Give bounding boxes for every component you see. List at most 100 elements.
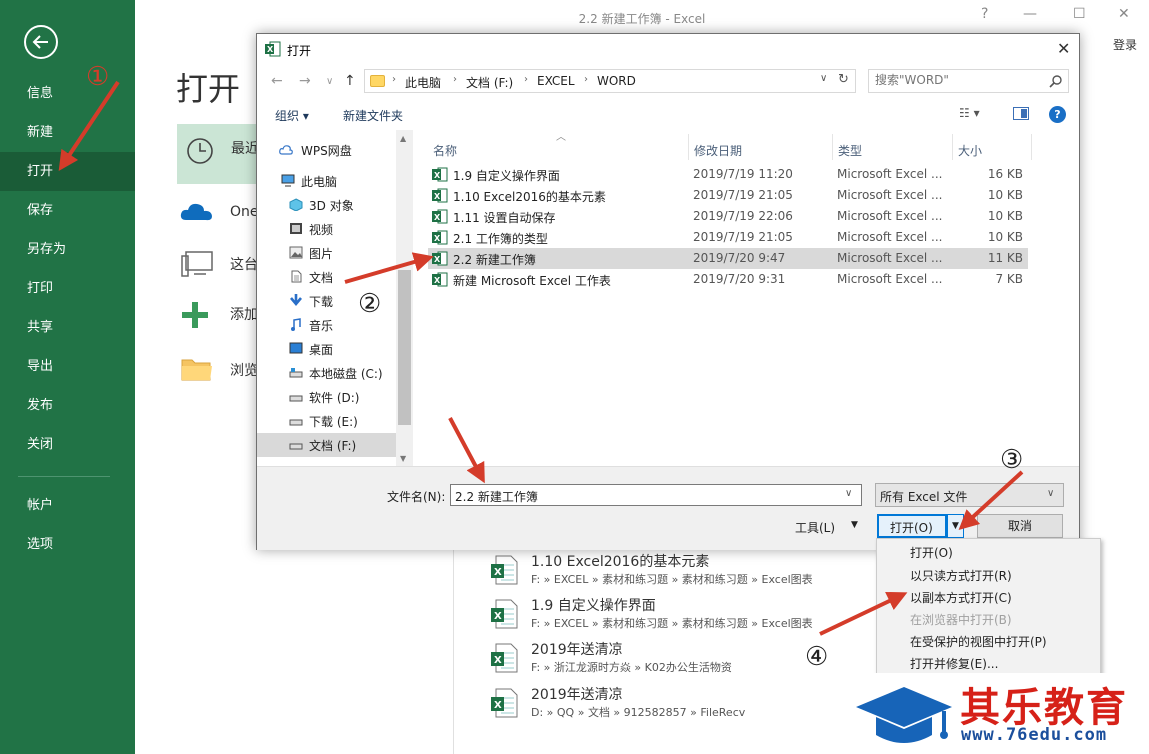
tree-item-drive-c[interactable]: 本地磁盘 (C:) (257, 361, 397, 385)
file-row-selected[interactable]: X 2.2 新建工作簿 2019/7/20 9:47 Microsoft Exc… (428, 248, 1028, 269)
place-add[interactable]: 添加 (180, 300, 258, 334)
open-button[interactable]: 打开(O) (877, 514, 947, 538)
breadcrumb-item[interactable]: 文档 (F:) (466, 74, 513, 91)
preview-pane-icon[interactable] (1013, 107, 1029, 120)
recent-file-item[interactable]: X 2019年送清凉 D: » QQ » 文档 » 912582857 » Fi… (490, 684, 850, 726)
change-view-button[interactable]: ☷ ▾ (959, 106, 980, 120)
close-window-button[interactable]: ✕ (1118, 6, 1130, 22)
tools-button[interactable]: 工具(L) (795, 519, 835, 536)
menu-item-open[interactable]: 打开(O) (910, 544, 953, 561)
minimize-button[interactable]: — (1023, 6, 1037, 22)
tree-item-videos[interactable]: 视频 (257, 217, 397, 241)
new-folder-button[interactable]: 新建文件夹 (343, 107, 403, 124)
organize-button[interactable]: 组织 ▾ (275, 107, 309, 124)
help-icon[interactable]: ? (1049, 106, 1066, 123)
nav-save[interactable]: 保存 (0, 191, 135, 230)
file-row[interactable]: X 1.9 自定义操作界面 2019/7/19 11:20 Microsoft … (428, 164, 1028, 185)
video-icon (290, 223, 302, 234)
filename-input[interactable]: 2.2 新建工作簿 ∨ (450, 484, 862, 506)
recent-locations-icon[interactable]: ∨ (326, 76, 333, 87)
title-bar: 2.2 新建工作簿 - Excel ? — ☐ ✕ (135, 0, 1149, 34)
scrollbar-thumb[interactable] (398, 270, 411, 425)
chevron-down-icon[interactable]: ∨ (845, 488, 852, 499)
column-separator[interactable] (1031, 134, 1032, 160)
tree-item-documents[interactable]: 文档 (257, 265, 397, 289)
tree-item-drive-f[interactable]: 文档 (F:) (257, 433, 397, 457)
place-browse[interactable]: 浏览 (180, 356, 258, 386)
menu-item-open-read-only[interactable]: 以只读方式打开(R) (910, 567, 1012, 584)
dialog-close-button[interactable]: ✕ (1057, 39, 1070, 58)
nav-info[interactable]: 信息 (0, 74, 135, 113)
navigation-pane-scrollbar[interactable]: ▲ ▼ (396, 130, 413, 466)
refresh-icon[interactable]: ↻ (838, 72, 849, 87)
nav-options[interactable]: 选项 (0, 525, 135, 564)
column-header-modified[interactable]: 修改日期 (694, 142, 742, 159)
back-button[interactable] (24, 25, 58, 59)
nav-share[interactable]: 共享 (0, 308, 135, 347)
nav-save-as[interactable]: 另存为 (0, 230, 135, 269)
maximize-button[interactable]: ☐ (1073, 6, 1086, 22)
forward-arrow-icon[interactable]: → (299, 73, 311, 89)
menu-item-open-in-browser: 在浏览器中打开(B) (910, 613, 1012, 627)
tree-item-wps-cloud[interactable]: WPS网盘 (257, 138, 397, 162)
place-recent[interactable]: 最近 (177, 124, 267, 184)
breadcrumb-item[interactable]: WORD (597, 74, 636, 88)
place-this-pc[interactable]: 这台 (180, 250, 258, 282)
file-type-select[interactable]: 所有 Excel 文件 ∨ (875, 483, 1064, 507)
menu-item-open-as-copy[interactable]: 以副本方式打开(C) (910, 589, 1012, 606)
back-arrow-icon[interactable]: ← (271, 73, 283, 89)
chevron-right-icon: › (392, 74, 396, 85)
column-header-size[interactable]: 大小 (958, 142, 982, 159)
file-row[interactable]: X 1.11 设置自动保存 2019/7/19 22:06 Microsoft … (428, 206, 1028, 227)
folder-icon (181, 359, 212, 381)
scroll-down-icon[interactable]: ▼ (400, 454, 406, 463)
breadcrumb-item[interactable]: 此电脑 (405, 74, 441, 91)
nav-close[interactable]: 关闭 (0, 425, 135, 464)
tree-item-3d-objects[interactable]: 3D 对象 (257, 193, 397, 217)
column-separator[interactable] (832, 134, 833, 160)
help-button[interactable]: ? (981, 6, 988, 22)
nav-print[interactable]: 打印 (0, 269, 135, 308)
svg-text:X: X (494, 655, 502, 666)
nav-open[interactable]: 打开 (0, 152, 135, 191)
desktop-icon (289, 342, 303, 354)
picture-icon (289, 246, 303, 259)
recent-file-item[interactable]: X 1.10 Excel2016的基本元素 F: » EXCEL » 素材和练习… (490, 551, 850, 593)
cancel-button[interactable]: 取消 (977, 514, 1063, 538)
column-separator[interactable] (688, 134, 689, 160)
tree-item-drive-e[interactable]: 下载 (E:) (257, 409, 397, 433)
nav-new[interactable]: 新建 (0, 113, 135, 152)
file-row[interactable]: X 1.10 Excel2016的基本元素 2019/7/19 21:05 Mi… (428, 185, 1028, 206)
recent-file-item[interactable]: X 2019年送清凉 F: » 浙江龙源时方焱 » K02办公生活物资 (490, 639, 850, 681)
tree-item-this-pc[interactable]: 此电脑 (257, 169, 397, 193)
login-link[interactable]: 登录 (1113, 36, 1137, 53)
chevron-down-icon[interactable]: ∨ (820, 73, 827, 84)
tree-item-pictures[interactable]: 图片 (257, 241, 397, 265)
file-row[interactable]: X 新建 Microsoft Excel 工作表 2019/7/20 9:31 … (428, 269, 1028, 290)
tree-item-desktop[interactable]: 桌面 (257, 337, 397, 361)
tree-item-drive-d[interactable]: 软件 (D:) (257, 385, 397, 409)
menu-item-open-protected-view[interactable]: 在受保护的视图中打开(P) (910, 633, 1047, 650)
file-type: Microsoft Excel ... (837, 272, 943, 286)
search-box[interactable] (868, 69, 1069, 93)
nav-account[interactable]: 帐户 (0, 486, 135, 525)
file-size: 16 KB (987, 167, 1023, 181)
caret-down-icon[interactable]: ▼ (851, 520, 858, 530)
search-input[interactable] (875, 73, 1045, 87)
up-arrow-icon[interactable]: ↑ (344, 73, 356, 89)
address-bar[interactable]: › 此电脑 › 文档 (F:) › EXCEL › WORD ∨ ↻ (364, 69, 856, 93)
nav-export[interactable]: 导出 (0, 347, 135, 386)
recent-file-item[interactable]: X 1.9 自定义操作界面 F: » EXCEL » 素材和练习题 » 素材和练… (490, 595, 850, 637)
nav-publish[interactable]: 发布 (0, 386, 135, 425)
tree-item-label: 文档 (F:) (309, 439, 357, 453)
open-options-dropdown[interactable]: ▼ (947, 514, 964, 538)
column-header-type[interactable]: 类型 (838, 142, 862, 159)
menu-item-open-and-repair[interactable]: 打开并修复(E)... (910, 655, 998, 672)
file-row[interactable]: X 2.1 工作簿的类型 2019/7/19 21:05 Microsoft E… (428, 227, 1028, 248)
column-header-name[interactable]: 名称 (433, 142, 457, 159)
breadcrumb-item[interactable]: EXCEL (537, 74, 575, 88)
drive-icon (289, 395, 303, 402)
place-onedrive[interactable]: One (180, 200, 259, 228)
scroll-up-icon[interactable]: ▲ (400, 134, 406, 143)
column-separator[interactable] (952, 134, 953, 160)
